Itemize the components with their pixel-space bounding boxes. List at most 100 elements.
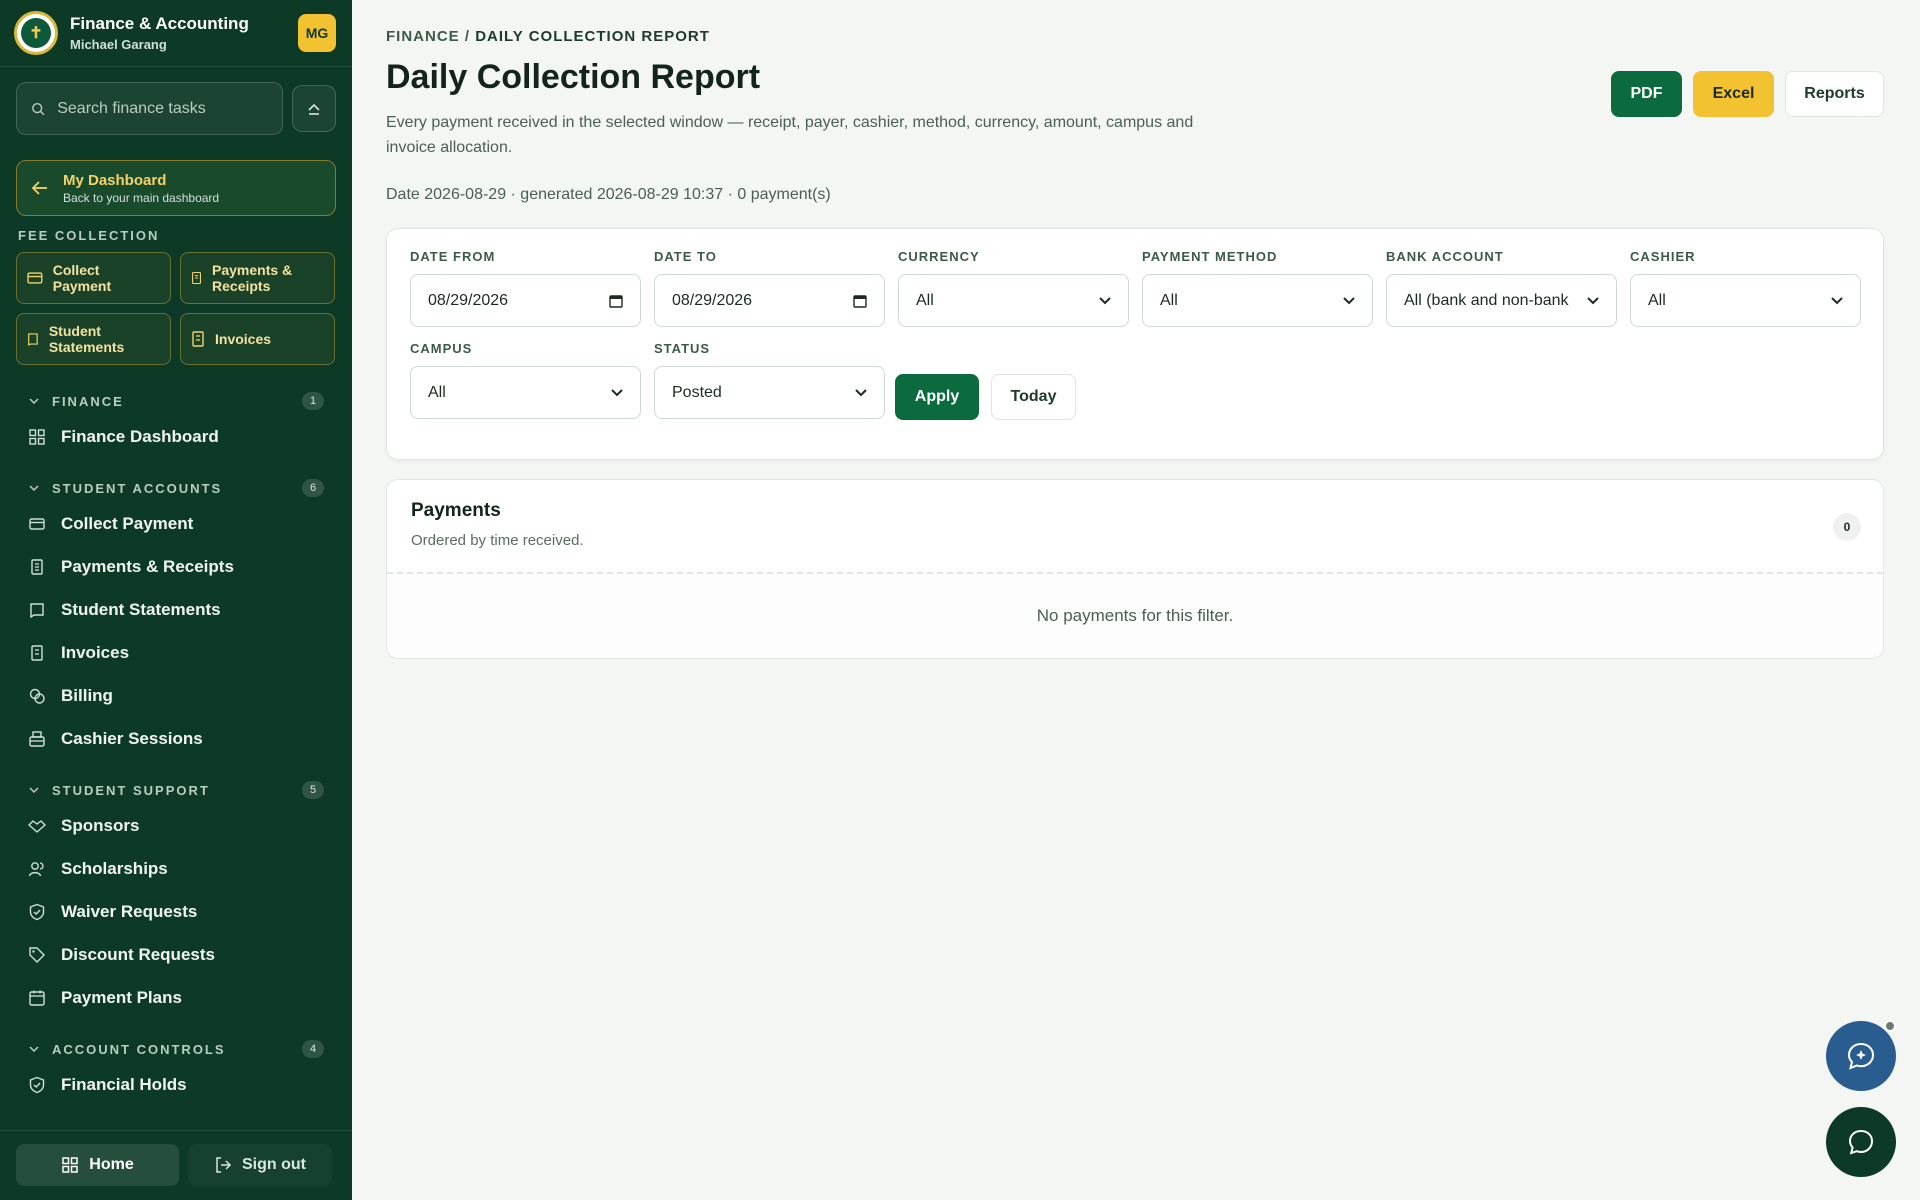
date-from-label: DATE FROM xyxy=(410,249,496,264)
sign-out-label: Sign out xyxy=(242,1156,306,1173)
group-account-controls-count: 4 xyxy=(302,1040,324,1058)
report-meta: Date 2026-08-29 · generated 2026-08-29 1… xyxy=(386,186,831,203)
date-to-input[interactable]: 08/29/2026 xyxy=(654,274,885,327)
sidebar: ✝ Finance & Accounting Michael Garang MG… xyxy=(0,0,352,1200)
date-to-field: DATE TO 08/29/2026 xyxy=(654,249,885,327)
group-student-accounts-count: 6 xyxy=(302,479,324,497)
sidebar-item-label: Payments & Receipts xyxy=(61,556,234,576)
quick-collect-payment[interactable]: Collect Payment xyxy=(16,252,171,304)
currency-field: CURRENCY All xyxy=(898,249,1129,327)
breadcrumb-separator: / xyxy=(459,28,476,45)
sidebar-item-student-statements[interactable]: Student Statements xyxy=(0,588,352,631)
sidebar-item-financial-holds[interactable]: Financial Holds xyxy=(0,1063,352,1106)
group-student-accounts[interactable]: STUDENT ACCOUNTS 6 xyxy=(0,474,352,502)
payments-panel: Payments Ordered by time received. 0 No … xyxy=(386,479,1884,659)
chevron-down-icon xyxy=(611,388,623,396)
status-select[interactable]: Posted xyxy=(654,366,885,419)
today-button[interactable]: Today xyxy=(991,374,1076,420)
sidebar-nav: FINANCE 1 Finance Dashboard STUDENT ACCO… xyxy=(0,387,352,1106)
my-dashboard-button[interactable]: My Dashboard Back to your main dashboard xyxy=(16,160,336,216)
cashier-value: All xyxy=(1648,291,1666,309)
chat-sparkle-icon xyxy=(1847,1042,1875,1070)
group-account-controls[interactable]: ACCOUNT CONTROLS 4 xyxy=(0,1035,352,1063)
sidebar-item-label: Discount Requests xyxy=(61,944,215,964)
payment-method-value: All xyxy=(1160,291,1178,309)
book-icon xyxy=(30,602,44,618)
card-icon xyxy=(29,517,45,530)
sidebar-item-label: Invoices xyxy=(61,642,130,662)
home-button[interactable]: Home xyxy=(16,1144,179,1186)
sidebar-item-collect-payment[interactable]: Collect Payment xyxy=(0,502,352,545)
sidebar-item-sponsors[interactable]: Sponsors xyxy=(0,804,352,847)
sidebar-item-payment-plans[interactable]: Payment Plans xyxy=(0,976,352,1019)
quick-payments-receipts-label: Payments & Receipts xyxy=(212,262,293,294)
date-from-input[interactable]: 08/29/2026 xyxy=(410,274,641,327)
avatar[interactable]: MG xyxy=(298,14,336,52)
chat-button[interactable] xyxy=(1826,1107,1896,1177)
sidebar-item-label: Sponsors xyxy=(61,815,140,835)
payment-method-select[interactable]: All xyxy=(1142,274,1373,327)
bank-account-field: BANK ACCOUNT All (bank and non-bank xyxy=(1386,249,1617,327)
sign-out-button[interactable]: Sign out xyxy=(188,1144,332,1186)
sidebar-item-label: Waiver Requests xyxy=(61,901,198,921)
sidebar-header: ✝ Finance & Accounting Michael Garang MG xyxy=(0,0,352,67)
sidebar-item-discount-requests[interactable]: Discount Requests xyxy=(0,933,352,976)
campus-select[interactable]: All xyxy=(410,366,641,419)
group-finance-count: 1 xyxy=(302,392,324,410)
cashier-label: CASHIER xyxy=(1630,249,1696,264)
payments-subtitle: Ordered by time received. xyxy=(411,532,584,549)
payments-count-badge: 0 xyxy=(1833,513,1861,541)
home-label: Home xyxy=(89,1156,134,1173)
app-logo: ✝ xyxy=(14,11,58,55)
report-actions: PDF Excel Reports xyxy=(1611,71,1884,117)
breadcrumb: FINANCE / DAILY COLLECTION REPORT xyxy=(386,28,710,45)
date-to-value: 08/29/2026 xyxy=(672,291,753,309)
sidebar-item-label: Payment Plans xyxy=(61,987,182,1007)
group-student-support[interactable]: STUDENT SUPPORT 5 xyxy=(0,776,352,804)
search-box[interactable] xyxy=(16,82,283,135)
cashier-select[interactable]: All xyxy=(1630,274,1861,327)
search-icon xyxy=(32,102,45,115)
ai-assistant-button[interactable] xyxy=(1826,1021,1896,1091)
sidebar-item-scholarships[interactable]: Scholarships xyxy=(0,847,352,890)
payment-method-label: PAYMENT METHOD xyxy=(1142,249,1278,264)
quick-student-statements[interactable]: Student Statements xyxy=(16,313,171,365)
sidebar-item-label: Finance Dashboard xyxy=(61,426,219,446)
status-label: STATUS xyxy=(654,341,711,356)
pdf-button[interactable]: PDF xyxy=(1611,71,1682,117)
empty-state: No payments for this filter. xyxy=(387,572,1883,658)
sidebar-item-cashier-sessions[interactable]: Cashier Sessions xyxy=(0,717,352,760)
apply-button[interactable]: Apply xyxy=(895,374,979,420)
sidebar-item-waiver-requests[interactable]: Waiver Requests xyxy=(0,890,352,933)
users-icon xyxy=(28,861,44,876)
chevron-down-icon xyxy=(29,787,39,794)
currency-value: All xyxy=(916,291,934,309)
search-input[interactable] xyxy=(57,99,268,118)
sidebar-footer: Home Sign out xyxy=(0,1130,352,1200)
excel-button[interactable]: Excel xyxy=(1693,71,1774,117)
sidebar-item-label: Student Statements xyxy=(61,599,221,619)
group-student-support-label: STUDENT SUPPORT xyxy=(52,782,210,798)
status-value: Posted xyxy=(672,383,722,401)
campus-value: All xyxy=(428,383,446,401)
chat-icon xyxy=(1848,1129,1874,1155)
shield-check-icon xyxy=(29,903,45,920)
book-icon xyxy=(28,333,38,346)
breadcrumb-root[interactable]: FINANCE xyxy=(386,28,460,45)
quick-invoices[interactable]: Invoices xyxy=(180,313,335,365)
collapse-button[interactable] xyxy=(292,85,336,132)
sidebar-item-payments-receipts[interactable]: Payments & Receipts xyxy=(0,545,352,588)
sidebar-item-finance-dashboard[interactable]: Finance Dashboard xyxy=(0,415,352,458)
currency-select[interactable]: All xyxy=(898,274,1129,327)
sidebar-item-invoices[interactable]: Invoices xyxy=(0,631,352,674)
chevron-down-icon xyxy=(29,1046,39,1053)
filter-panel: DATE FROM 08/29/2026 DATE TO 08/29/2026 … xyxy=(386,228,1884,460)
chevron-down-icon xyxy=(855,388,867,396)
group-finance[interactable]: FINANCE 1 xyxy=(0,387,352,415)
bank-account-select[interactable]: All (bank and non-bank xyxy=(1386,274,1617,327)
page-description: Every payment received in the selected w… xyxy=(386,114,1194,156)
quick-payments-receipts[interactable]: Payments & Receipts xyxy=(180,252,335,304)
sidebar-item-billing[interactable]: Billing xyxy=(0,674,352,717)
date-from-value: 08/29/2026 xyxy=(428,291,509,309)
reports-button[interactable]: Reports xyxy=(1785,71,1884,117)
